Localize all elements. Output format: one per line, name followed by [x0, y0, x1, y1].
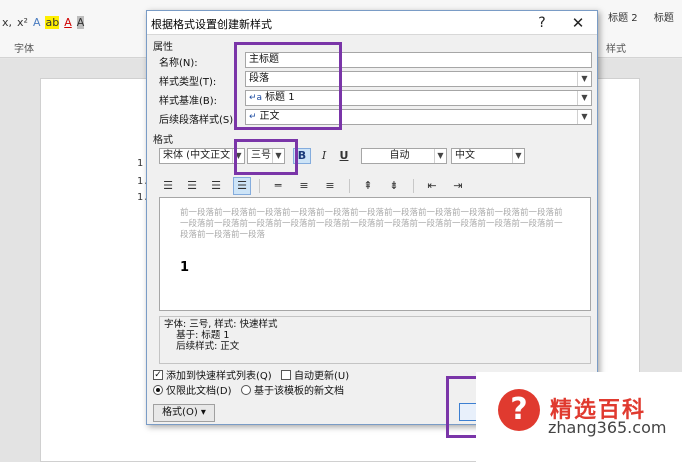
style-title[interactable]: 标题 — [654, 9, 674, 24]
highlight-button[interactable]: ab — [45, 15, 60, 29]
chevron-down-icon: ▼ — [577, 91, 591, 105]
italic-button[interactable]: I — [315, 148, 333, 164]
dialog-title: 根据格式设置创建新样式 — [151, 18, 272, 31]
preview-sample-text: 1 — [180, 260, 190, 275]
style-heading-2[interactable]: 标题 2 — [608, 9, 638, 24]
font-color-button[interactable]: A — [64, 16, 72, 29]
single-spacing-icon[interactable]: ═ — [269, 177, 287, 195]
decrease-spacing-before-icon[interactable]: ⇟ — [385, 177, 403, 195]
paragraph-toolbar: ☰ ☰ ☰ ☰ ═ ≡ ≡ ⇞ ⇟ ⇤ ⇥ — [159, 177, 595, 195]
list-number: 1 — [137, 158, 144, 169]
watermark-site: zhang365.com — [548, 418, 667, 437]
question-logo-icon: ? — [498, 389, 540, 431]
radio-empty-icon — [241, 384, 251, 395]
onehalf-spacing-icon[interactable]: ≡ — [295, 177, 313, 195]
auto-update-label: 自动更新(U) — [294, 371, 350, 382]
increase-indent-icon[interactable]: ⇥ — [449, 177, 467, 195]
chevron-down-icon: ▼ — [577, 72, 591, 86]
text-effects-button[interactable]: A — [33, 16, 41, 29]
toolbar-divider — [349, 179, 350, 193]
radio-selected-icon — [153, 384, 163, 395]
style-type-label: 样式类型(T): — [159, 77, 217, 88]
checkbox-checked-icon: ✓ — [153, 369, 163, 380]
description-line: 字体: 三号, 样式: 快速样式 — [164, 319, 278, 330]
toolbar-divider — [259, 179, 260, 193]
preview-previous-paragraph: 前一段落前一段落前一段落前一段落前一段落前一段落前一段落前一段落前一段落前一段落… — [180, 208, 563, 240]
style-preview: 前一段落前一段落前一段落前一段落前一段落前一段落前一段落前一段落前一段落前一段落… — [159, 197, 591, 311]
format-menu-button[interactable]: 格式(O) ▾ — [153, 404, 215, 422]
char-shading-button[interactable]: A — [76, 15, 85, 29]
style-description: 字体: 三号, 样式: 快速样式 基于: 标题 1 后续样式: 正文 — [159, 316, 591, 364]
dialog-titlebar: 根据格式设置创建新样式 ? ✕ — [147, 11, 597, 35]
properties-highlight — [234, 42, 342, 130]
next-paragraph-label: 后续段落样式(S): — [159, 115, 237, 126]
help-button[interactable]: ? — [531, 13, 553, 33]
superscript-button[interactable]: x² — [17, 16, 28, 29]
close-button[interactable]: ✕ — [567, 13, 589, 33]
font-size-highlight — [234, 139, 298, 175]
checkbox-empty-icon — [281, 369, 291, 380]
description-line: 基于: 标题 1 — [164, 330, 230, 341]
align-right-icon[interactable]: ☰ — [207, 177, 225, 195]
toolbar-divider — [413, 179, 414, 193]
font-color-value: 自动 — [389, 150, 410, 161]
name-label: 名称(N): — [159, 58, 198, 69]
font-tools: x, x² A ab A A — [0, 12, 150, 32]
new-documents-label: 基于该模板的新文档 — [254, 386, 344, 397]
style-gallery: 标题 2 标题 — [600, 4, 682, 28]
justify-icon[interactable]: ☰ — [233, 177, 251, 195]
script-select[interactable]: 中文 ▼ — [451, 148, 525, 164]
align-center-icon[interactable]: ☰ — [183, 177, 201, 195]
based-on-label: 样式基准(B): — [159, 96, 218, 107]
style-group-label: 样式 — [606, 44, 626, 55]
create-style-dialog: 根据格式设置创建新样式 ? ✕ 属性 名称(N): 主标题 样式类型(T): 段… — [146, 10, 598, 425]
font-group-label: 字体 — [14, 44, 34, 55]
only-this-document-radio[interactable]: 仅限此文档(D) — [153, 382, 232, 397]
description-line: 后续样式: 正文 — [164, 341, 240, 352]
properties-section-label: 属性 — [153, 42, 173, 53]
align-left-icon[interactable]: ☰ — [159, 177, 177, 195]
chevron-down-icon: ▼ — [577, 110, 591, 124]
increase-spacing-before-icon[interactable]: ⇞ — [359, 177, 377, 195]
chevron-down-icon: ▼ — [512, 149, 524, 163]
underline-button[interactable]: U — [335, 148, 353, 164]
only-this-document-label: 仅限此文档(D) — [166, 386, 232, 397]
chevron-down-icon: ▼ — [434, 149, 446, 163]
double-spacing-icon[interactable]: ≡ — [321, 177, 339, 195]
subscript-button[interactable]: x, — [2, 16, 12, 29]
add-quick-style-checkbox[interactable]: ✓ 添加到快速样式列表(Q) — [153, 367, 272, 382]
add-quick-style-label: 添加到快速样式列表(Q) — [166, 371, 272, 382]
auto-update-checkbox[interactable]: 自动更新(U) — [281, 367, 349, 382]
script-value: 中文 — [455, 150, 475, 161]
decrease-indent-icon[interactable]: ⇤ — [423, 177, 441, 195]
font-select[interactable]: 宋体 (中文正文 ▼ — [159, 148, 245, 164]
font-value: 宋体 (中文正文 — [163, 150, 231, 161]
font-color-select[interactable]: 自动 ▼ — [361, 148, 447, 164]
format-section-label: 格式 — [153, 135, 173, 146]
new-documents-radio[interactable]: 基于该模板的新文档 — [241, 382, 344, 397]
